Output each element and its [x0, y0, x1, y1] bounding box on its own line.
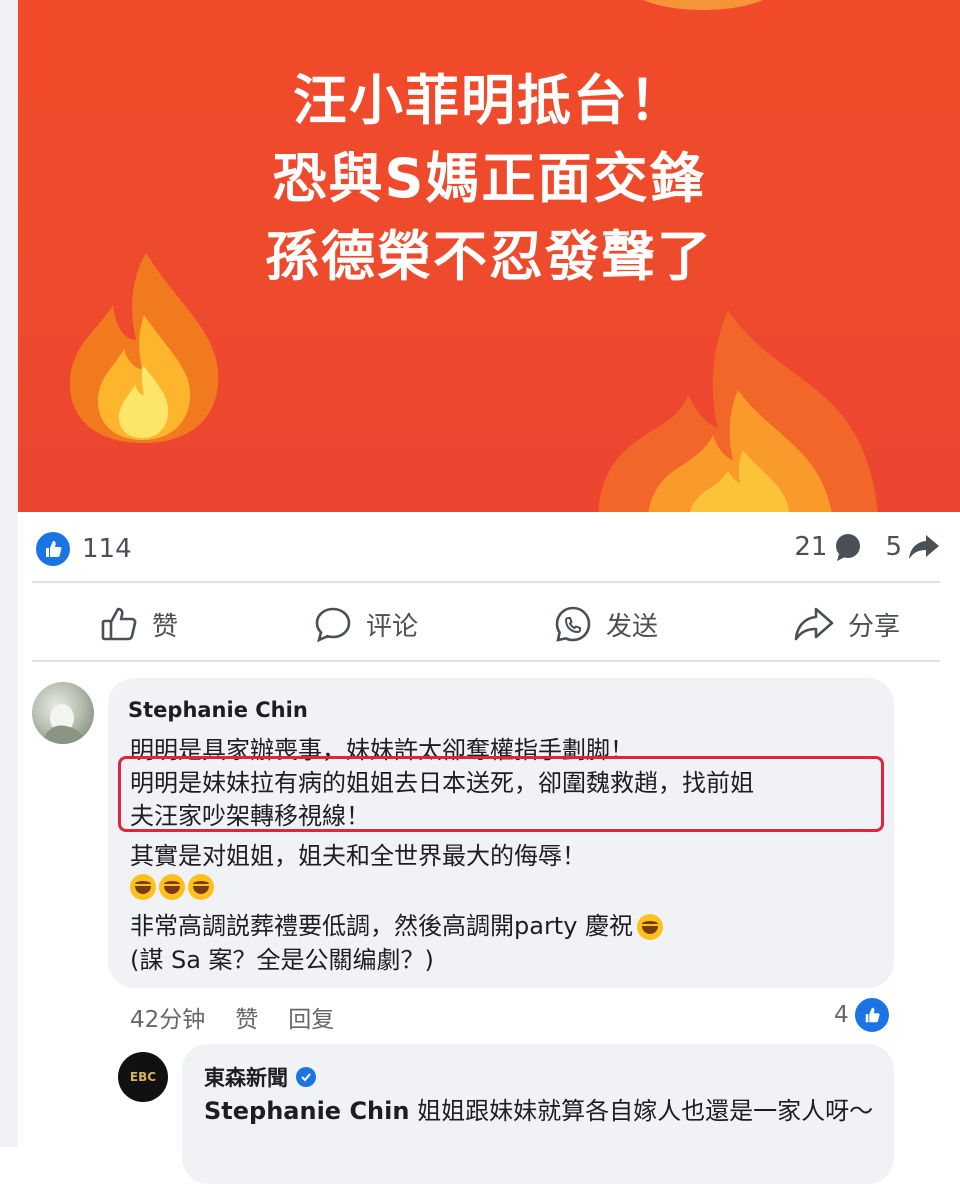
send-button-label: 发送 — [605, 611, 658, 642]
like-reaction-icon — [852, 996, 891, 1034]
comment-like-link[interactable]: 赞 — [235, 1000, 258, 1034]
comment-reaction-count: 4 — [834, 1002, 849, 1028]
fire-emoji-icon — [69, 253, 219, 443]
comment-author[interactable]: Stephanie Chin — [128, 698, 308, 722]
divider — [32, 581, 940, 583]
reaction-summary-bar: 114 21 5 — [30, 522, 940, 578]
laughing-emoji-icon — [188, 874, 214, 900]
flame-glow-decoration — [628, 0, 778, 10]
comment-text-line: (謀 Sa 案？全是公關编劇？) — [130, 946, 434, 974]
messenger-icon — [555, 606, 591, 642]
page-left-edge — [0, 0, 18, 1147]
engagement-stats: 21 5 — [794, 532, 940, 562]
send-button[interactable]: 发送 — [554, 596, 658, 652]
like-reaction-icon[interactable] — [36, 532, 70, 566]
thumbs-up-icon — [101, 607, 137, 641]
comment-icon — [315, 607, 351, 643]
headline-line: 恐與S媽正面交鋒 — [272, 147, 706, 210]
share-arrow-icon[interactable] — [908, 533, 940, 561]
comment-timestamp[interactable]: 42分钟 — [130, 1000, 205, 1034]
share-button[interactable]: 分享 — [794, 596, 900, 652]
comment-meta-bar: 42分钟 赞 回复 — [130, 1000, 334, 1034]
comment-text-line: 其實是对姐姐，姐夫和全世界最大的侮辱！ — [130, 842, 586, 870]
comment-reply-link[interactable]: 回复 — [288, 1000, 334, 1034]
laughing-emoji-icon — [637, 914, 664, 940]
comment-text-segment: 非常高調説葬禮要低調，然後高調開party 慶祝 — [130, 912, 634, 940]
reply-author-row: 東森新聞 — [204, 1062, 316, 1092]
reply-body: 姐姐跟妹妹就算各自嫁人也還是一家人呀～ — [409, 1097, 874, 1125]
comment-count[interactable]: 21 — [794, 532, 827, 562]
verified-badge-icon — [296, 1067, 316, 1087]
divider — [32, 660, 940, 662]
comment-button-label: 评论 — [365, 611, 418, 642]
post-action-bar: 赞 评论 发送 分享 — [30, 596, 940, 652]
share-count[interactable]: 5 — [885, 532, 902, 562]
like-button[interactable]: 赞 — [100, 596, 178, 652]
laughing-emoji-icon — [130, 874, 156, 900]
headline-line: 汪小菲明抵台！ — [293, 69, 685, 132]
fire-emoji-icon — [598, 310, 878, 512]
comment-button[interactable]: 评论 — [314, 596, 418, 652]
commenter-avatar[interactable] — [32, 682, 94, 744]
reply-mention[interactable]: Stephanie Chin — [204, 1097, 409, 1125]
laughing-emoji-icon — [159, 874, 185, 900]
like-count[interactable]: 114 — [82, 534, 132, 564]
reply-text: Stephanie Chin 姐姐跟妹妹就算各自嫁人也還是一家人呀～ — [204, 1094, 874, 1128]
comment-reaction-summary[interactable]: 4 — [834, 996, 891, 1034]
laughing-emoji-row — [130, 872, 217, 900]
comment-bubble-icon[interactable] — [833, 532, 863, 562]
comment-text-line: 非常高調説葬禮要低調，然後高調開party 慶祝 — [130, 906, 666, 941]
reply-author-avatar[interactable]: EBC — [118, 1052, 168, 1102]
red-highlight-box — [118, 756, 884, 832]
like-button-label: 赞 — [152, 611, 179, 642]
share-icon — [794, 607, 834, 641]
reply-author[interactable]: 東森新聞 — [204, 1062, 288, 1092]
post-banner-image[interactable]: 汪小菲明抵台！ 恐與S媽正面交鋒 孫德榮不忍發聲了 — [18, 0, 960, 512]
share-button-label: 分享 — [847, 611, 900, 642]
